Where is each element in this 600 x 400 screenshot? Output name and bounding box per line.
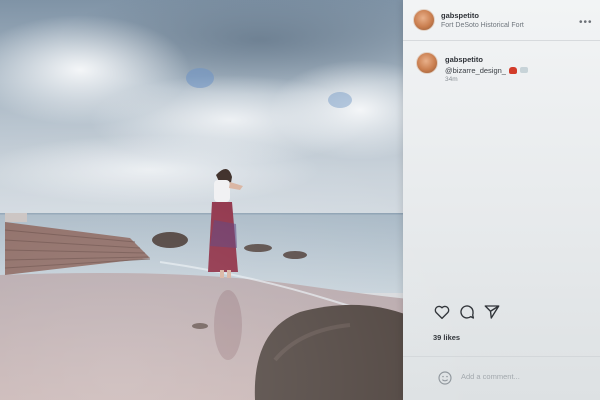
location-link[interactable]: Fort DeSoto Historical Fort — [441, 22, 524, 29]
post-details-panel: gabspetito Fort DeSoto Historical Fort •… — [403, 0, 600, 400]
caption-text: @bizarre_design_ — [445, 66, 528, 75]
action-bar — [433, 303, 503, 321]
paper-plane-icon[interactable] — [483, 303, 501, 321]
post-photo[interactable] — [0, 0, 430, 400]
caption-mention[interactable]: @bizarre_design_ — [445, 66, 506, 75]
comment-composer: Add a comment... — [403, 357, 600, 400]
smiley-icon[interactable] — [437, 370, 453, 386]
header-username[interactable]: gabspetito — [441, 11, 479, 20]
comment-input[interactable]: Add a comment... — [461, 372, 520, 381]
caption-username[interactable]: gabspetito — [445, 55, 483, 64]
speech-bubble-icon[interactable] — [458, 303, 476, 321]
emoji-icon — [519, 67, 528, 73]
post-header: gabspetito Fort DeSoto Historical Fort •… — [403, 0, 600, 41]
beach-photo-image — [0, 0, 430, 400]
post-timestamp[interactable]: 34m — [445, 76, 458, 83]
more-options-icon[interactable]: ••• — [579, 18, 593, 28]
screen: gabspetito Fort DeSoto Historical Fort •… — [0, 0, 600, 400]
avatar[interactable] — [413, 9, 435, 31]
likes-count[interactable]: 39 likes — [433, 333, 460, 342]
crab-emoji-icon — [508, 67, 517, 74]
heart-icon[interactable] — [433, 303, 451, 321]
caption-avatar[interactable] — [416, 52, 438, 74]
